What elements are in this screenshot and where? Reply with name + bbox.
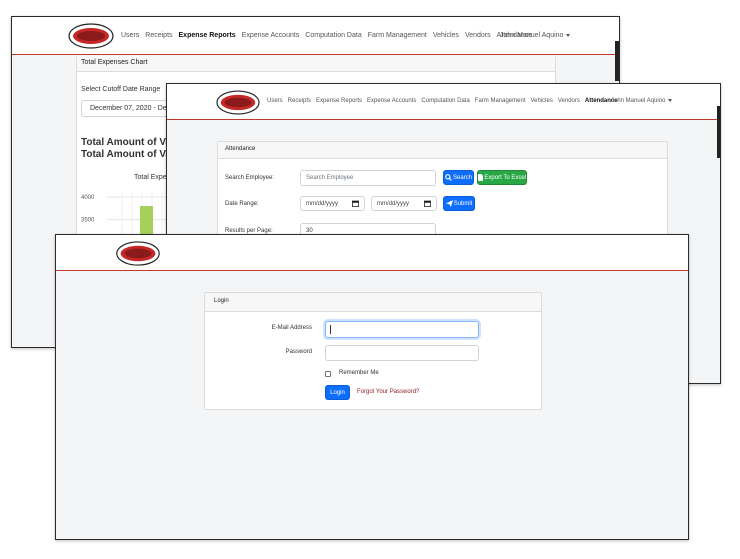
paper-plane-icon: [445, 200, 453, 207]
card-title: Attendance: [225, 146, 256, 152]
email-input[interactable]: [325, 321, 479, 338]
nav-receipts[interactable]: Receipts: [288, 98, 311, 104]
search-button[interactable]: Search: [443, 170, 474, 185]
search-icon: [445, 174, 452, 181]
navbar: [56, 235, 688, 271]
user-name: John Manuel Aquino: [500, 32, 564, 39]
cutoff-label: Select Cutoff Date Range: [81, 86, 161, 93]
file-excel-icon: [478, 174, 484, 181]
navbar: Users Receipts Expense Reports Expense A…: [167, 84, 720, 120]
logo-image: [116, 241, 160, 266]
nav-expense-accounts[interactable]: Expense Accounts: [367, 98, 416, 104]
logo[interactable]: [68, 22, 114, 50]
nav-vendors[interactable]: Vendors: [465, 32, 491, 39]
nav-users[interactable]: Users: [121, 32, 139, 39]
nav-vehicles[interactable]: Vehicles: [530, 98, 552, 104]
y-tick-label: 4000: [81, 195, 95, 201]
search-employee-label: Search Employee:: [225, 175, 275, 181]
login-button-label: Login: [330, 389, 345, 396]
main-nav: Users Receipts Expense Reports Expense A…: [121, 32, 532, 39]
date-range-label: Date Range:: [225, 201, 259, 207]
remember-me-label: Remember Me: [339, 370, 379, 376]
user-menu[interactable]: John Manuel Aquino: [500, 32, 571, 39]
login-card: Login E-Mail Address Password Remember M…: [204, 292, 542, 410]
password-input[interactable]: [325, 345, 479, 361]
scrollbar-thumb[interactable]: [615, 41, 619, 81]
card-title: Total Expenses Chart: [81, 59, 148, 66]
date-to-placeholder: mm/dd/yyyy: [377, 200, 410, 207]
y-tick-label: 3500: [81, 218, 95, 224]
user-name: John Manuel Aquino: [611, 98, 666, 104]
main-nav: Users Receipts Expense Reports Expense A…: [267, 98, 618, 104]
date-from-input[interactable]: mm/dd/yyyy: [300, 196, 365, 211]
forgot-password-link[interactable]: Forgot Your Password?: [357, 389, 419, 395]
export-button-label: Export To Excel: [484, 174, 526, 181]
calendar-icon[interactable]: [424, 200, 431, 207]
search-employee-input[interactable]: Search Employee: [300, 170, 436, 186]
logo-image: [68, 23, 114, 49]
navbar: Users Receipts Expense Reports Expense A…: [12, 17, 619, 55]
logo-image: [216, 90, 260, 115]
card-header: Total Expenses Chart: [77, 56, 555, 72]
card-header: Login: [205, 293, 541, 312]
date-from-placeholder: mm/dd/yyyy: [306, 200, 339, 207]
user-menu[interactable]: John Manuel Aquino: [611, 98, 673, 104]
login-button[interactable]: Login: [325, 385, 350, 400]
card-title: Login: [214, 298, 229, 304]
remember-me-checkbox[interactable]: [325, 371, 331, 377]
scrollbar-thumb[interactable]: [717, 106, 720, 158]
submit-button[interactable]: Submit: [443, 196, 475, 211]
nav-computation-data[interactable]: Computation Data: [305, 32, 361, 39]
nav-expense-reports[interactable]: Expense Reports: [179, 32, 236, 39]
logo[interactable]: [114, 240, 162, 267]
nav-receipts[interactable]: Receipts: [145, 32, 172, 39]
nav-computation-data[interactable]: Computation Data: [421, 98, 469, 104]
calendar-icon[interactable]: [352, 200, 359, 207]
email-label: E-Mail Address: [271, 325, 312, 331]
nav-farm-management[interactable]: Farm Management: [368, 32, 427, 39]
card-header: Attendance: [218, 142, 667, 159]
nav-vendors[interactable]: Vendors: [558, 98, 580, 104]
chevron-down-icon: [566, 33, 571, 37]
logo[interactable]: [216, 89, 260, 116]
chevron-down-icon: [668, 98, 673, 102]
export-to-excel-button[interactable]: Export To Excel: [477, 170, 527, 185]
password-label: Password: [285, 349, 312, 355]
text-cursor: [330, 325, 331, 334]
submit-button-label: Submit: [453, 200, 473, 207]
nav-users[interactable]: Users: [267, 98, 283, 104]
date-to-input[interactable]: mm/dd/yyyy: [371, 196, 437, 211]
nav-expense-accounts[interactable]: Expense Accounts: [242, 32, 300, 39]
window-login: Login E-Mail Address Password Remember M…: [55, 234, 689, 540]
nav-farm-management[interactable]: Farm Management: [475, 98, 526, 104]
nav-vehicles[interactable]: Vehicles: [433, 32, 459, 39]
search-button-label: Search: [452, 174, 472, 181]
nav-expense-reports[interactable]: Expense Reports: [316, 98, 362, 104]
search-employee-placeholder: Search Employee: [306, 175, 354, 181]
